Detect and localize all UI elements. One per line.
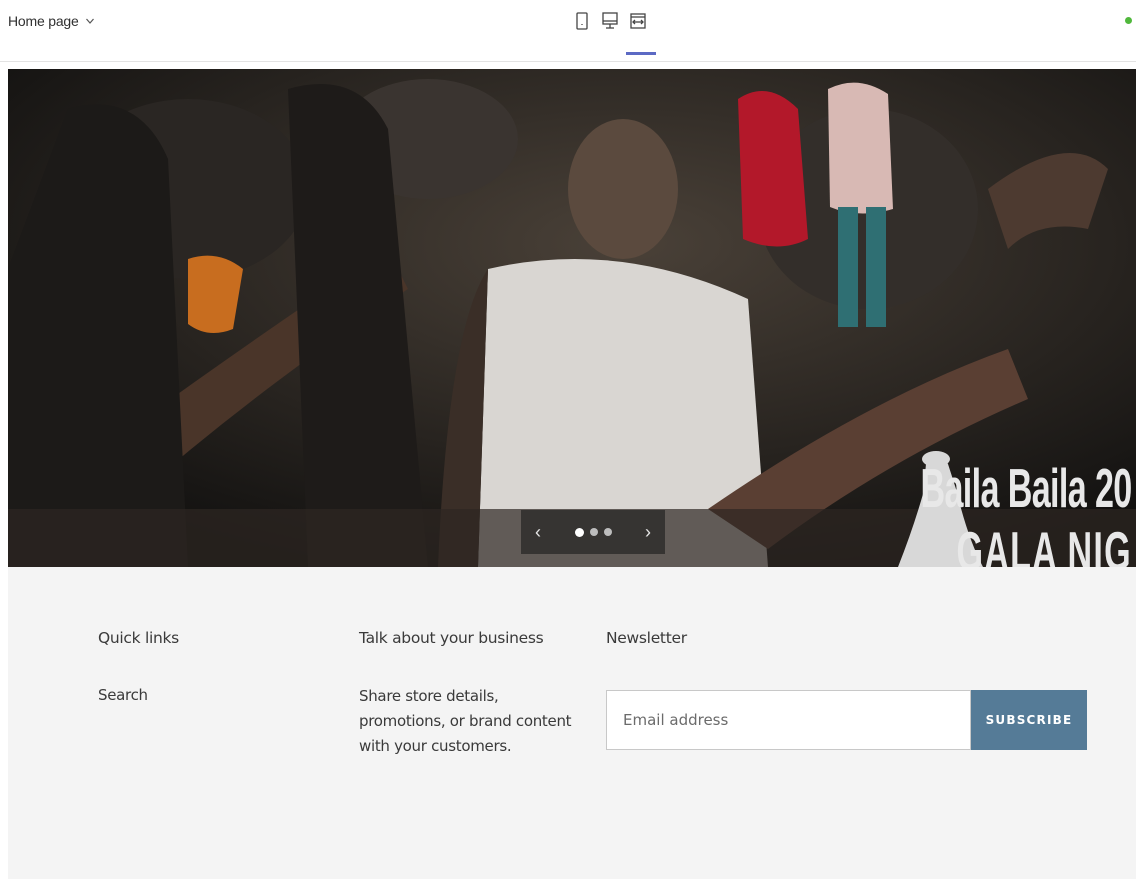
- slideshow-hero: Baila Baila 20 GALA NIG ‹ ›: [8, 69, 1136, 567]
- previous-slide-button[interactable]: ‹: [535, 523, 541, 541]
- view-toggles: [573, 10, 647, 32]
- mobile-view-icon: [576, 12, 588, 30]
- status-dot: [1125, 17, 1132, 24]
- hero-brand-line1: Baila Baila 20: [920, 457, 1133, 519]
- quick-links-heading: Quick links: [98, 629, 179, 647]
- mobile-view-button[interactable]: [573, 10, 591, 32]
- chevron-down-icon: [85, 18, 94, 24]
- footer-link-search[interactable]: Search: [98, 686, 148, 704]
- page-selector-label: Home page: [8, 13, 79, 29]
- slideshow-controls: ‹ ›: [521, 510, 665, 554]
- full-width-view-icon: [630, 13, 646, 29]
- business-text: Share store details, promotions, or bran…: [359, 687, 572, 755]
- newsletter-form: SUBSCRIBE: [606, 690, 1087, 750]
- business-heading: Talk about your business: [359, 629, 544, 647]
- subscribe-button[interactable]: SUBSCRIBE: [971, 690, 1087, 750]
- slide-dot[interactable]: [603, 528, 612, 536]
- desktop-view-button[interactable]: [601, 10, 619, 32]
- slide-dot[interactable]: [589, 528, 598, 536]
- editor-topbar: Home page: [0, 0, 1136, 62]
- email-input[interactable]: [606, 690, 971, 750]
- active-view-indicator: [626, 52, 656, 55]
- newsletter-heading: Newsletter: [606, 629, 687, 647]
- site-footer: Quick links Search Talk about your busin…: [8, 567, 1136, 879]
- desktop-view-icon: [602, 12, 618, 29]
- quick-links-column: Quick links Search: [98, 629, 179, 705]
- slide-dot[interactable]: [574, 527, 584, 537]
- hero-brand-line2: GALA NIG: [956, 520, 1132, 568]
- full-width-view-button[interactable]: [629, 10, 647, 32]
- newsletter-column: Newsletter: [606, 629, 687, 647]
- next-slide-button[interactable]: ›: [645, 523, 651, 541]
- page-selector[interactable]: Home page: [8, 13, 95, 29]
- business-column: Talk about your business Share store det…: [359, 629, 589, 759]
- slide-dots: [574, 527, 612, 537]
